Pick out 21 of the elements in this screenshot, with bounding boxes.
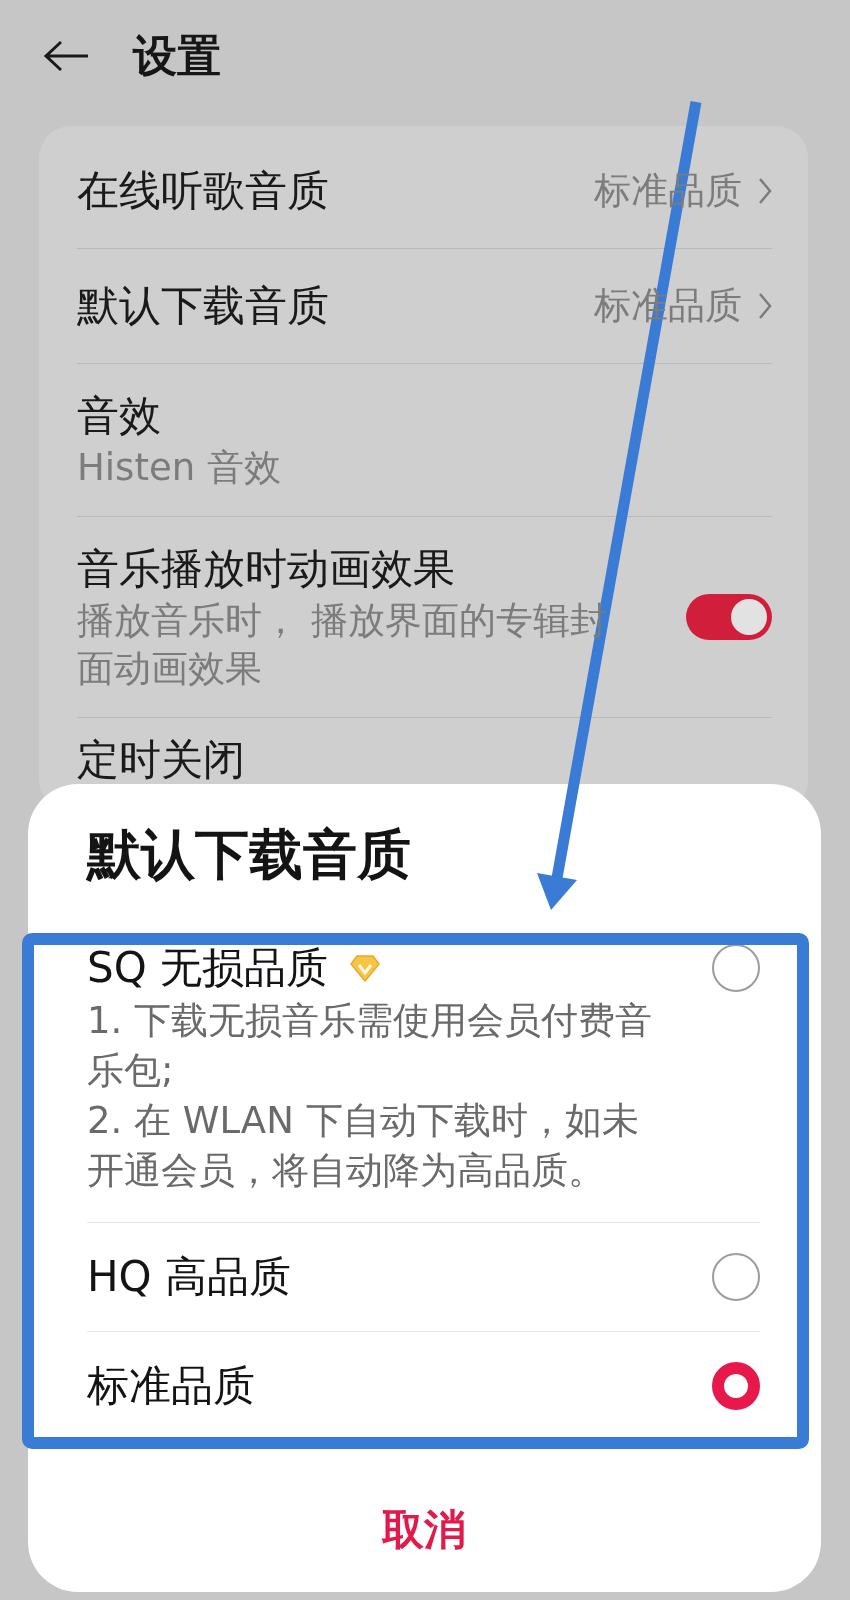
option-label: 标准品质 <box>87 1360 255 1412</box>
setting-title: 在线听歌音质 <box>77 165 329 217</box>
setting-subtitle: Histen 音效 <box>77 445 281 491</box>
chevron-icon <box>758 292 772 320</box>
setting-title: 音效 <box>77 390 161 442</box>
setting-title: 音乐播放时动画效果 <box>77 543 455 595</box>
option-label: HQ 高品质 <box>87 1251 291 1303</box>
toggle-switch[interactable] <box>686 594 772 640</box>
dialog-title: 默认下载音质 <box>87 822 412 888</box>
option-description: 1. 下载无损音乐需使用会员付费音乐包; <box>87 998 654 1094</box>
chevron-icon <box>758 177 772 205</box>
cancel-button[interactable]: 取消 <box>341 1480 506 1580</box>
option-description: 2. 在 WLAN 下自动下载时，如未开通会员，将自动降为高品质。 <box>87 1098 640 1194</box>
back-arrow-icon[interactable] <box>43 40 89 72</box>
setting-title: 定时关闭 <box>77 734 245 786</box>
radio-button[interactable] <box>712 1362 760 1410</box>
setting-title: 默认下载音质 <box>77 280 329 332</box>
option-label: SQ 无损品质 <box>87 942 329 994</box>
radio-button[interactable] <box>712 1253 760 1301</box>
page-title: 设置 <box>133 29 221 83</box>
radio-button[interactable] <box>712 944 760 992</box>
